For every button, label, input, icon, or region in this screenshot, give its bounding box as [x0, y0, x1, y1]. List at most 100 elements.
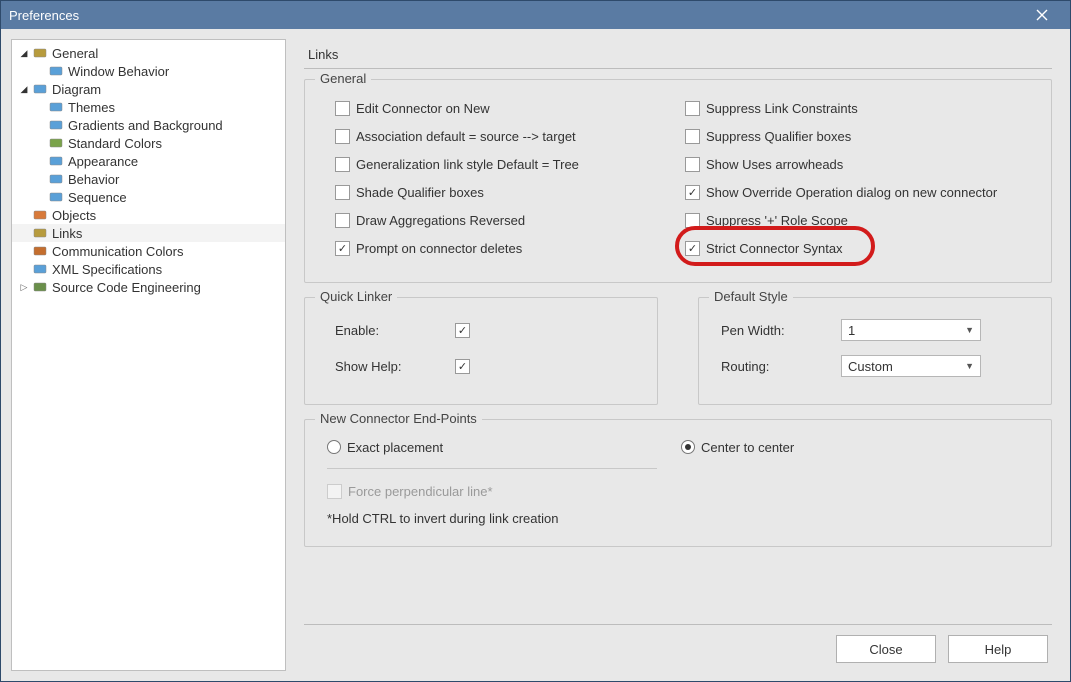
tree-node-icon [32, 82, 48, 96]
checkbox-label[interactable]: Edit Connector on New [356, 101, 490, 116]
tree-item-sequence[interactable]: Sequence [12, 188, 285, 206]
tree-item-general[interactable]: ◢ General [12, 44, 285, 62]
tree-item-communication-colors[interactable]: Communication Colors [12, 242, 285, 260]
checkbox-suppress-role-scope[interactable] [685, 213, 700, 228]
tree-item-label: Links [52, 226, 82, 241]
tree-item-links[interactable]: Links [12, 224, 285, 242]
tree-item-themes[interactable]: Themes [12, 98, 285, 116]
checkbox-label[interactable]: Association default = source --> target [356, 129, 576, 144]
radio-exact-placement[interactable] [327, 440, 341, 454]
help-button[interactable]: Help [948, 635, 1048, 663]
tree-item-appearance[interactable]: Appearance [12, 152, 285, 170]
tree-item-label: Objects [52, 208, 96, 223]
tree-item-label: Communication Colors [52, 244, 184, 259]
tree-node-icon [48, 100, 64, 114]
collapse-icon[interactable]: ◢ [18, 47, 30, 59]
tree-item-label: Source Code Engineering [52, 280, 201, 295]
checkbox-shade-qualifier-boxes[interactable] [335, 185, 350, 200]
quick-linker-label: Enable: [335, 323, 455, 338]
group-default-style-title: Default Style [709, 289, 793, 304]
tree-toggle-spacer [34, 173, 46, 185]
tree-node-icon [32, 226, 48, 240]
checkbox-edit-connector-on-new[interactable] [335, 101, 350, 116]
tree-toggle-spacer [18, 209, 30, 221]
collapse-icon[interactable]: ◢ [18, 83, 30, 95]
checkbox-draw-aggregations-reversed[interactable] [335, 213, 350, 228]
checkbox-label[interactable]: Shade Qualifier boxes [356, 185, 484, 200]
pen-width-value: 1 [848, 323, 855, 338]
tree-item-label: XML Specifications [52, 262, 162, 277]
tree-item-xml-specifications[interactable]: XML Specifications [12, 260, 285, 278]
tree-item-label: General [52, 46, 98, 61]
tree-item-label: Standard Colors [68, 136, 162, 151]
pen-width-select[interactable]: 1 ▼ [841, 319, 981, 341]
checkbox-label[interactable]: Show Uses arrowheads [706, 157, 843, 172]
tree-item-standard-colors[interactable]: Standard Colors [12, 134, 285, 152]
checkbox-generalization-link-style-default-tree[interactable] [335, 157, 350, 172]
tree-item-objects[interactable]: Objects [12, 206, 285, 224]
radio-center-label[interactable]: Center to center [701, 440, 794, 455]
titlebar: Preferences [1, 1, 1070, 29]
checkbox-association-default-source-target[interactable] [335, 129, 350, 144]
checkbox-show-override-operation-dialog-on-new-connector[interactable] [685, 185, 700, 200]
checkbox-label[interactable]: Suppress '+' Role Scope [706, 213, 848, 228]
checkbox-force-perpendicular [327, 484, 342, 499]
checkbox-label[interactable]: Suppress Qualifier boxes [706, 129, 851, 144]
chevron-down-icon: ▼ [965, 325, 974, 335]
group-new-connector-title: New Connector End-Points [315, 411, 482, 426]
nav-tree[interactable]: ◢ GeneralWindow Behavior ◢ DiagramThemes Gra… [11, 39, 286, 671]
checkbox-enable-[interactable] [455, 323, 470, 338]
checkbox-prompt-on-connector-deletes[interactable] [335, 241, 350, 256]
group-general: General Edit Connector on NewAssociation… [304, 79, 1052, 283]
page-title: Links [304, 41, 1052, 69]
tree-node-icon [48, 190, 64, 204]
tree-toggle-spacer [34, 119, 46, 131]
group-default-style: Default Style Pen Width: 1 ▼ Routing: [698, 297, 1052, 405]
ctrl-note: *Hold CTRL to invert during link creatio… [327, 511, 681, 526]
checkbox-label[interactable]: Show Override Operation dialog on new co… [706, 185, 997, 200]
radio-center-to-center[interactable] [681, 440, 695, 454]
tree-toggle-spacer [34, 101, 46, 113]
radio-exact-label[interactable]: Exact placement [347, 440, 443, 455]
group-quick-linker-title: Quick Linker [315, 289, 397, 304]
tree-item-gradients-and-background[interactable]: Gradients and Background [12, 116, 285, 134]
routing-value: Custom [848, 359, 893, 374]
tree-node-icon [32, 208, 48, 222]
checkbox-suppress-qualifier-boxes[interactable] [685, 129, 700, 144]
force-perpendicular-label: Force perpendicular line* [348, 484, 493, 499]
tree-toggle-spacer [34, 155, 46, 167]
checkbox-show-uses-arrowheads[interactable] [685, 157, 700, 172]
tree-item-source-code-engineering[interactable]: ▷ Source Code Engineering [12, 278, 285, 296]
checkbox-strict-connector-syntax[interactable] [685, 241, 700, 256]
tree-item-diagram[interactable]: ◢ Diagram [12, 80, 285, 98]
tree-item-label: Diagram [52, 82, 101, 97]
checkbox-label[interactable]: Strict Connector Syntax [706, 241, 843, 256]
checkbox-suppress-link-constraints[interactable] [685, 101, 700, 116]
tree-item-label: Appearance [68, 154, 138, 169]
checkbox-label[interactable]: Prompt on connector deletes [356, 241, 522, 256]
tree-item-behavior[interactable]: Behavior [12, 170, 285, 188]
checkbox-label[interactable]: Draw Aggregations Reversed [356, 213, 525, 228]
group-general-title: General [315, 71, 371, 86]
checkbox-show-help-[interactable] [455, 359, 470, 374]
routing-select[interactable]: Custom ▼ [841, 355, 981, 377]
tree-toggle-spacer [34, 137, 46, 149]
group-new-connector: New Connector End-Points Exact placement… [304, 419, 1052, 547]
expand-icon[interactable]: ▷ [18, 281, 30, 293]
close-icon[interactable] [1022, 1, 1062, 29]
button-row: Close Help [304, 635, 1052, 671]
tree-node-icon [48, 64, 64, 78]
tree-toggle-spacer [18, 227, 30, 239]
tree-node-icon [48, 136, 64, 150]
tree-item-label: Sequence [68, 190, 127, 205]
tree-item-label: Gradients and Background [68, 118, 223, 133]
tree-node-icon [48, 172, 64, 186]
checkbox-label[interactable]: Generalization link style Default = Tree [356, 157, 579, 172]
tree-item-window-behavior[interactable]: Window Behavior [12, 62, 285, 80]
window-title: Preferences [9, 8, 79, 23]
close-button[interactable]: Close [836, 635, 936, 663]
group-quick-linker: Quick Linker Enable:Show Help: [304, 297, 658, 405]
tree-node-icon [32, 244, 48, 258]
tree-node-icon [32, 46, 48, 60]
checkbox-label[interactable]: Suppress Link Constraints [706, 101, 858, 116]
